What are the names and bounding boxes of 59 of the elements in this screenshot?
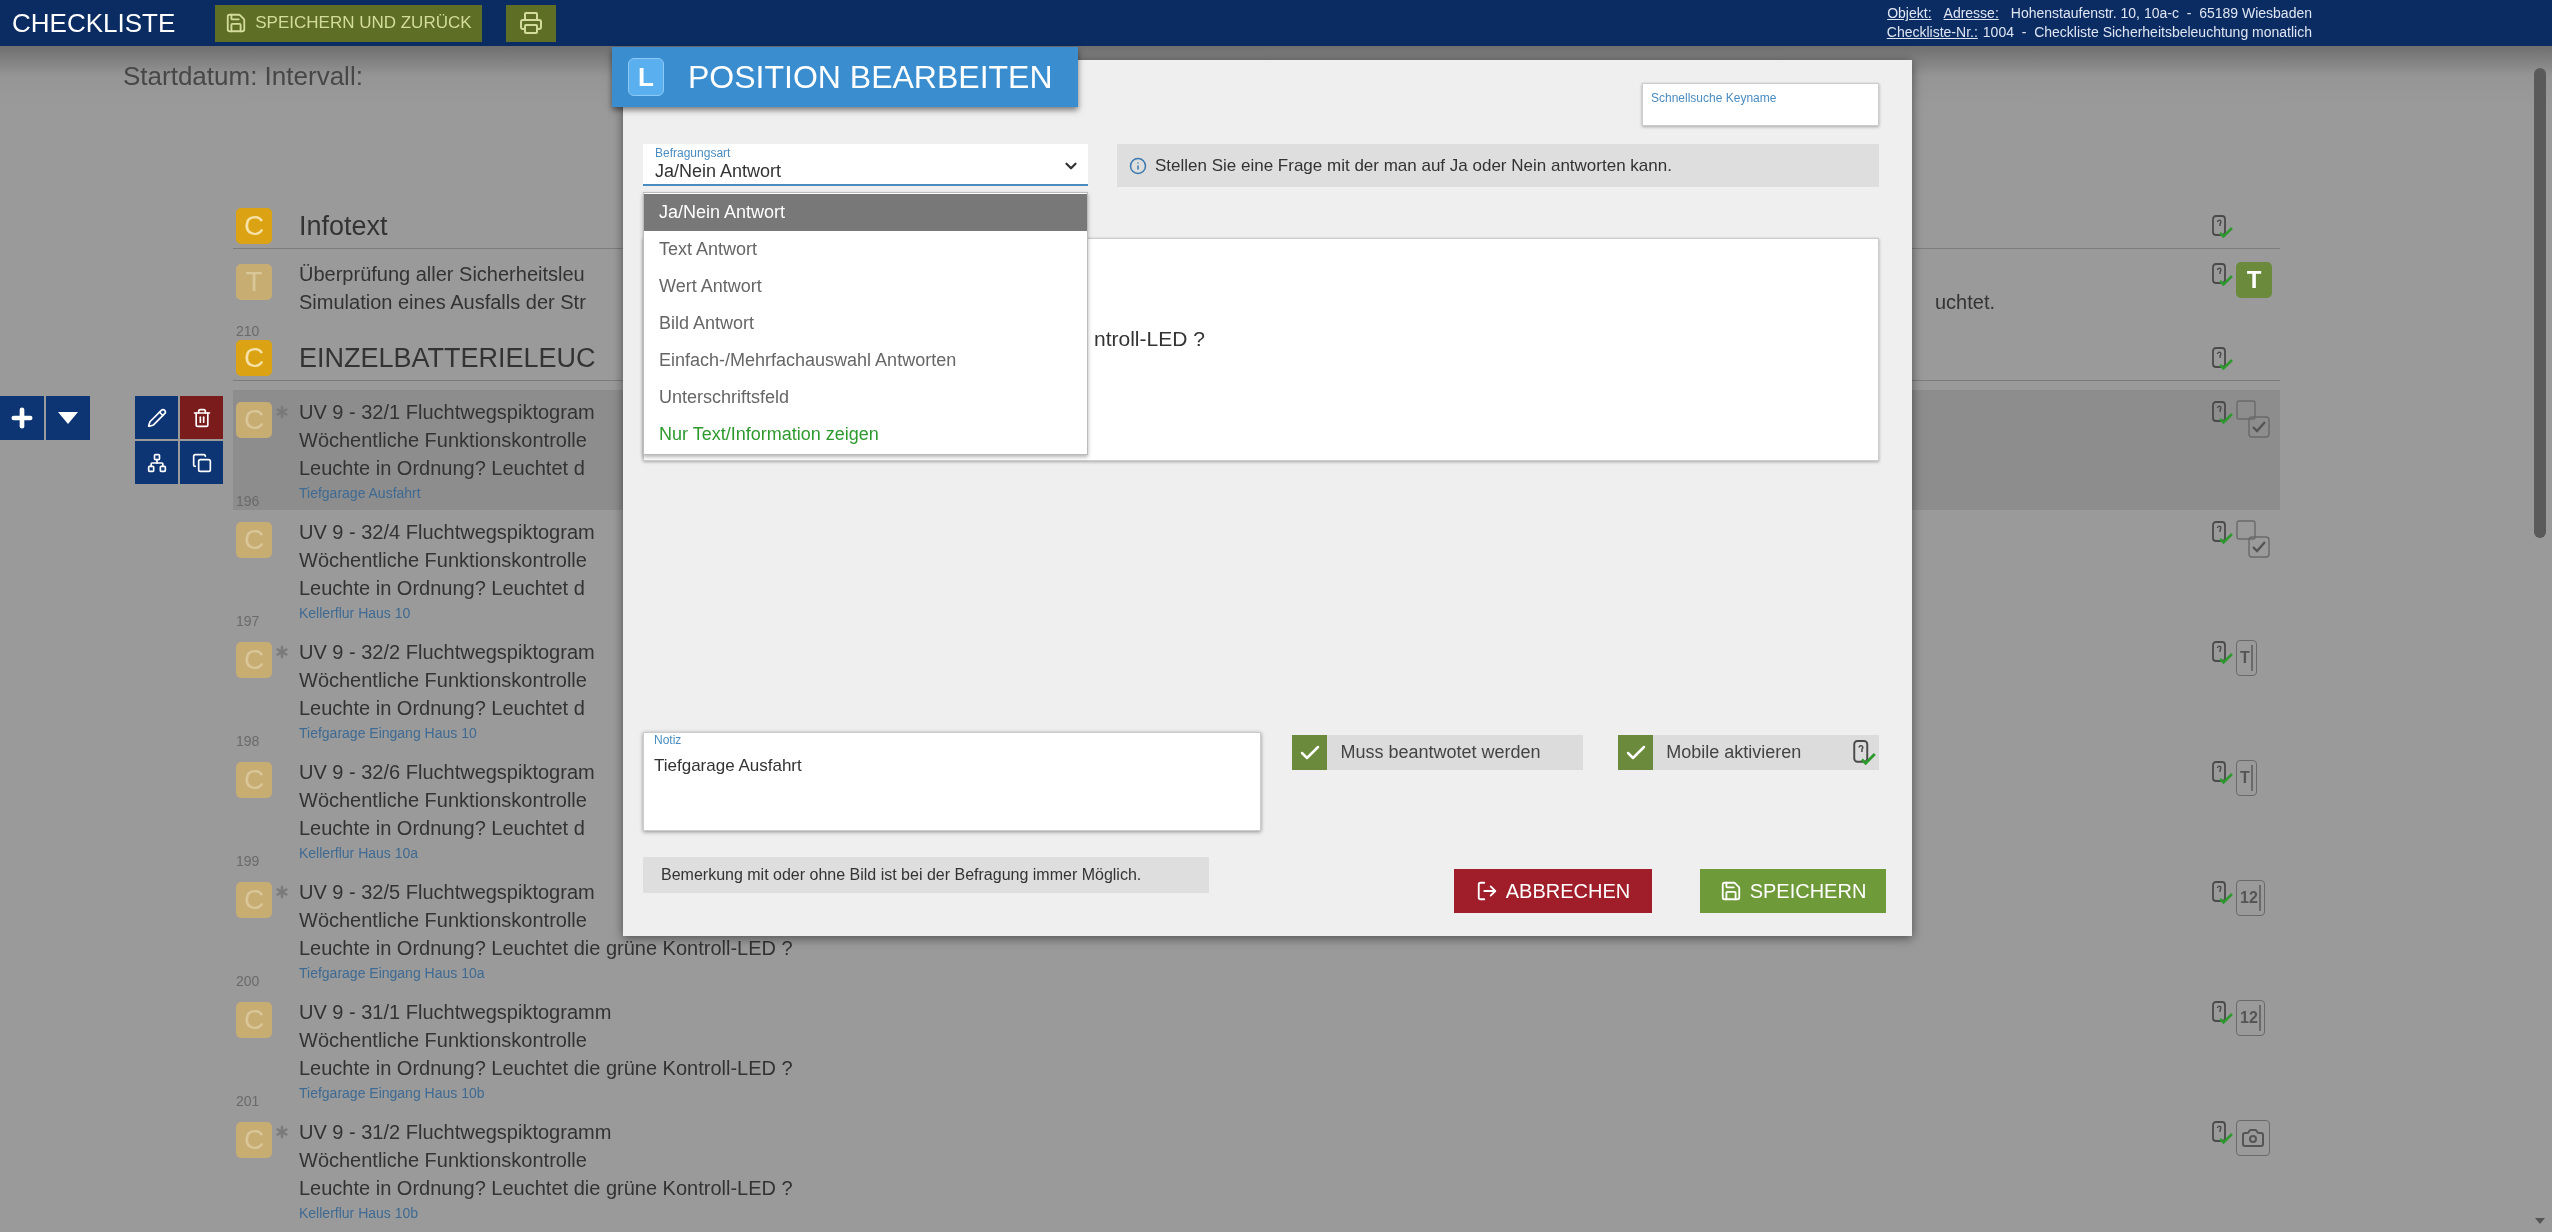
section-title: Infotext — [299, 211, 388, 241]
location-text: Tiefgarage Eingang Haus 10 — [299, 724, 477, 742]
location-text: Tiefgarage Eingang Haus 10a — [299, 964, 485, 982]
dialog-title: POSITION BEARBEITEN — [688, 58, 1053, 97]
item-text: UV 9 - 31/2 Fluchtwegspiktogramm — [299, 1120, 612, 1145]
item-text: Leuchte in Ordnung? Leuchtet die grüne Kontroll-LED ? — [299, 936, 793, 961]
hint-text: Stellen Sie eine Frage mit der man auf Ja oder Nein antworten kann. — [1155, 154, 1672, 177]
title-badge: L — [628, 58, 664, 96]
item-text: Wöchentliche Funktionskontrolle — [299, 1028, 587, 1053]
address-label: Adresse: — [1943, 4, 1999, 23]
field-label: Schnellsuche Keyname — [1651, 91, 1777, 105]
item-text: Wöchentliche Funktionskontrolle — [299, 788, 587, 813]
item-text: Wöchentliche Funktionskontrolle — [299, 428, 587, 453]
location-text: Tiefgarage Ausfahrt — [299, 484, 421, 502]
item-text: uchtet. — [1935, 290, 1996, 315]
header-text: Startdatum: Intervall: — [123, 59, 363, 93]
question-text: ntroll-LED ? — [1094, 327, 1205, 350]
item-text: Leuchte in Ordnung? Leuchtet d — [299, 576, 585, 601]
item-text: Leuchte in Ordnung? Leuchtet d — [299, 816, 585, 841]
location-text: Kellerflur Haus 10b — [299, 1204, 419, 1222]
item-text: UV 9 - 32/5 Fluchtwegspiktogram — [299, 880, 595, 905]
text-field-icon: T — [2236, 640, 2257, 676]
item-text: UV 9 - 32/6 Fluchtwegspiktogram — [299, 760, 595, 785]
checklist-text: 1004 - Checkliste Sicherheitsbeleuchtung monatlich — [1982, 23, 2312, 42]
item-text: Überprüfung aller Sicherheitsleu — [299, 262, 585, 287]
item-text: Simulation eines Ausfalls der Str — [299, 290, 586, 315]
item-text: Leuchte in Ordnung? Leuchtet die grüne Kontroll-LED ? — [299, 1056, 793, 1081]
number-field-icon: 12 — [2236, 1000, 2265, 1036]
app-title: CHECKLISTE — [12, 6, 176, 40]
item-text: Wöchentliche Funktionskontrolle — [299, 908, 587, 933]
item-text: Wöchentliche Funktionskontrolle — [299, 548, 587, 573]
remark-note: Bemerkung mit oder ohne Bild ist bei der Befragung immer Möglich. — [643, 857, 1209, 893]
field-label: Notiz — [654, 733, 682, 747]
text-type-badge: T — [2236, 262, 2272, 298]
item-text: Wöchentliche Funktionskontrolle — [299, 668, 587, 693]
checklist-number-label: Checkliste-Nr.: — [1886, 23, 1978, 42]
item-text: UV 9 - 32/1 Fluchtwegspiktogram — [299, 400, 595, 425]
number-field-icon: 12 — [2236, 880, 2265, 916]
item-text: Leuchte in Ordnung? Leuchtet d — [299, 456, 585, 481]
location-text: Tiefgarage Eingang Haus 10b — [299, 1084, 485, 1102]
category-badge: C — [236, 208, 272, 244]
item-text: UV 9 - 32/4 Fluchtwegspiktogram — [299, 520, 595, 545]
section-title: EINZELBATTERIELEUC — [299, 343, 596, 373]
checkbox-label: Mobile aktivieren — [1666, 741, 1802, 764]
category-badge: C — [236, 340, 272, 376]
note-text: Tiefgarage Ausfahrt — [654, 755, 802, 777]
item-text: Wöchentliche Funktionskontrolle — [299, 1148, 587, 1173]
item-text: UV 9 - 32/2 Fluchtwegspiktogram — [299, 640, 595, 665]
item-text: Leuchte in Ordnung? Leuchtet d — [299, 696, 585, 721]
location-text: Kellerflur Haus 10 — [299, 604, 411, 622]
address-text: Hohenstaufenstr. 10, 10a-c - 65189 Wiesbaden — [2010, 4, 2312, 23]
select-value: Ja/Nein Antwort — [655, 160, 782, 182]
field-label: Befragungsart — [655, 146, 732, 160]
object-label: Objekt: — [1887, 4, 1932, 23]
item-text: Leuchte in Ordnung? Leuchtet die grüne Kontroll-LED ? — [299, 1176, 793, 1201]
item-text: UV 9 - 31/1 Fluchtwegspiktogramm — [299, 1000, 612, 1025]
text-field-icon: T — [2236, 760, 2257, 796]
location-text: Kellerflur Haus 10a — [299, 844, 419, 862]
checkbox-label: Muss beantwotet werden — [1340, 741, 1541, 764]
